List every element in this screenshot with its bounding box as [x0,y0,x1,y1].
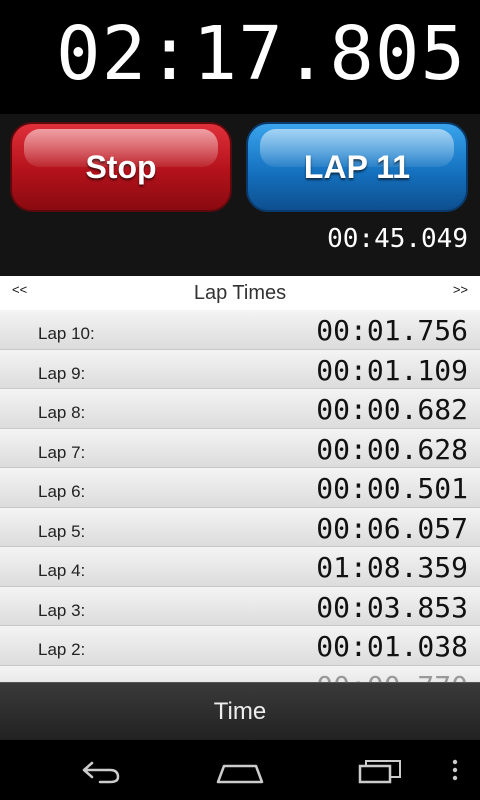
lap-row: 00:00.770 [0,665,480,683]
lap-time-value: 00:06.057 [316,511,468,545]
time-tab-label: Time [213,697,267,725]
current-lap-time: 00:45.049 [327,224,468,254]
previous-page-button[interactable]: << [12,282,27,297]
lap-row: Lap 3: 00:03.853 [0,586,480,626]
recent-apps-icon[interactable] [350,752,410,788]
lap-label: Lap 8: [38,403,86,422]
lap-label: Lap 4: [38,561,86,580]
lap-label: Lap 2: [38,640,86,659]
lap-time-value: 00:00.770 [316,670,468,683]
lap-row: Lap 4: 01:08.359 [0,547,480,587]
time-tab[interactable]: Time [0,682,480,740]
lap-time-value: 00:01.038 [316,630,468,663]
lap-row: Lap 8: 00:00.682 [0,389,480,429]
lap-label: Lap 9: [38,363,86,383]
lap-label: Lap 7: [38,442,86,462]
lap-button[interactable]: LAP 11 [246,122,468,212]
lap-time-value: 00:00.501 [316,472,468,505]
lap-time-value: 00:00.682 [316,393,468,426]
lap-button-label: LAP 11 [303,148,411,185]
lap-row: Lap 6: 00:00.501 [0,468,480,508]
lap-time-value: 00:03.853 [316,590,468,624]
stop-button[interactable]: Stop [10,122,232,212]
lap-row: Lap 2: 00:01.038 [0,626,480,666]
lap-time-value: 01:08.359 [316,551,468,584]
back-icon[interactable] [70,752,130,788]
lap-label: Lap 6: [38,482,86,501]
total-time: 02:17.805 [56,11,466,97]
home-icon[interactable] [210,752,270,788]
stop-button-label: Stop [85,148,157,185]
lap-row: Lap 7: 00:00.628 [0,428,480,468]
lap-label: Lap 3: [38,600,86,620]
lap-label: Lap 10: [38,324,95,343]
lap-row: Lap 10: 00:01.756 [0,310,480,350]
lap-time-value: 00:01.756 [316,314,468,347]
lap-row: Lap 9: 00:01.109 [0,349,480,389]
lap-time-value: 00:01.109 [316,353,468,387]
lap-label: Lap 5: [38,521,86,541]
lap-row: Lap 5: 00:06.057 [0,507,480,547]
laps-header: << Lap Times >> [0,276,480,310]
system-nav-bar [0,740,480,800]
laps-list[interactable]: Lap 10: 00:01.756 Lap 9: 00:01.109 Lap 8… [0,310,480,682]
laps-title: Lap Times [193,281,287,304]
overflow-menu-icon[interactable] [440,752,470,788]
lap-time-value: 00:00.628 [316,432,468,466]
next-page-button[interactable]: >> [453,282,468,297]
